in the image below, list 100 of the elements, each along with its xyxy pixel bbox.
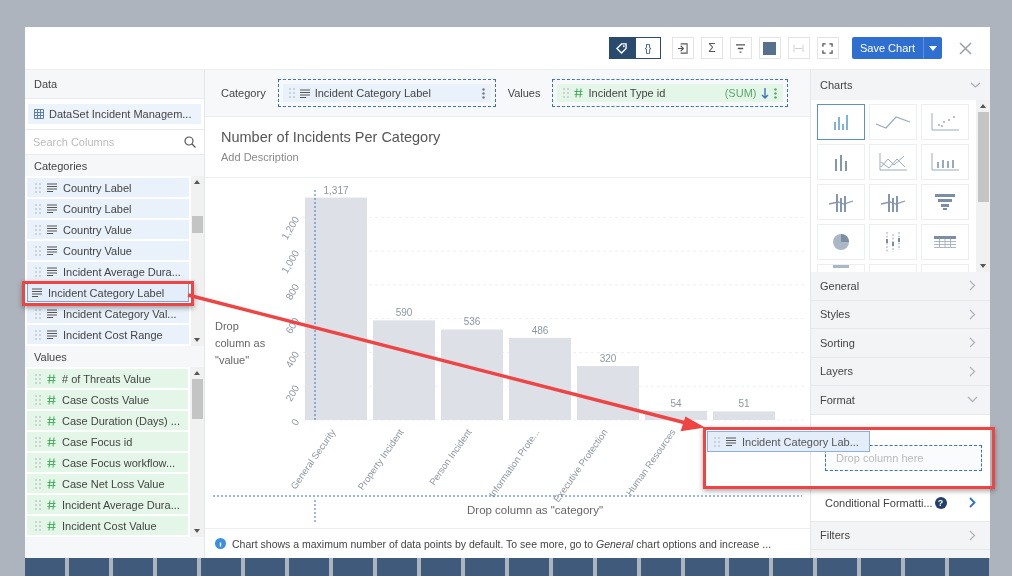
column-item[interactable]: Incident Cost Value [27, 516, 188, 535]
more-icon[interactable] [481, 87, 485, 99]
scrollbar[interactable] [976, 100, 990, 272]
table-icon [934, 236, 956, 248]
combo-chart-icon [880, 192, 906, 212]
chart-type-tile[interactable] [817, 104, 865, 140]
drag-handle-icon [35, 373, 41, 384]
section-label[interactable]: Conditional Formatti... [825, 496, 933, 509]
text-lines-icon [726, 437, 736, 446]
text-lines-icon [47, 309, 57, 318]
settings-section[interactable]: General [811, 272, 990, 301]
field-label: Category [221, 87, 266, 99]
help-badge[interactable]: ? [934, 496, 947, 509]
drag-handle-icon [35, 329, 41, 340]
bar [713, 411, 775, 420]
hash-icon [47, 457, 56, 468]
column-item[interactable]: Incident Average Dura... [27, 262, 189, 281]
chart-preview-icon [833, 265, 849, 269]
column-item[interactable]: Case Focus workflow... [27, 453, 188, 472]
text-lines-icon [47, 204, 57, 213]
settings-section[interactable]: Format [811, 386, 990, 415]
settings-section[interactable]: Sorting [811, 329, 990, 358]
column-item[interactable]: Country Value [27, 220, 189, 239]
bar-value-label: 1,317 [323, 184, 349, 196]
combo-chart-icon [828, 192, 854, 212]
text-lines-icon [47, 225, 57, 234]
scatter-chart-icon [931, 113, 959, 131]
drag-handle-icon [288, 88, 295, 98]
dragged-column-chip: Incident Category Lab... [707, 431, 870, 452]
export-button[interactable] [671, 37, 694, 59]
chevron-icon[interactable] [969, 497, 976, 508]
settings-section[interactable]: Layers [811, 357, 990, 386]
column-item[interactable]: Country Value [27, 241, 189, 260]
column-item[interactable]: Incident Average Dura... [27, 495, 188, 514]
hash-icon [47, 373, 56, 384]
chevron-down-icon[interactable] [970, 82, 981, 88]
drag-handle-icon [35, 499, 41, 510]
column-item[interactable]: Country Label [27, 199, 189, 218]
settings-section[interactable]: Styles [811, 300, 990, 329]
column-item[interactable]: Case Focus id [27, 432, 188, 451]
area-chart-icon [879, 153, 907, 171]
filter-icon [735, 43, 747, 53]
drag-handle-icon [35, 478, 41, 489]
line-chart-icon [874, 115, 912, 129]
table-icon [34, 109, 44, 119]
width-icon [793, 43, 805, 53]
json-button[interactable]: {} [634, 37, 661, 59]
section-heading: Values [33, 350, 68, 365]
tag-icon [616, 42, 628, 54]
scrollbar[interactable] [190, 367, 204, 537]
caret-icon[interactable] [929, 45, 937, 51]
pie-chart-icon [833, 234, 849, 250]
dataset-item[interactable]: DataSet Incident Managem... [28, 104, 201, 124]
save-chart-button[interactable]: Save Chart [851, 37, 942, 59]
section-heading: Categories [33, 159, 89, 174]
values-field[interactable]: Incident Type id (SUM) [557, 84, 784, 102]
tag-button[interactable] [608, 37, 635, 59]
search-input[interactable]: Search Columns [33, 134, 184, 150]
bar-value-label: 320 [599, 352, 617, 364]
bar-value-label: 590 [395, 307, 413, 319]
hash-icon [47, 415, 56, 426]
fullscreen-button[interactable] [816, 37, 839, 59]
field-label: Values [507, 87, 541, 99]
text-lines-icon [47, 246, 57, 255]
settings-section[interactable]: Filters [811, 521, 990, 550]
drag-handle-icon [35, 266, 41, 277]
chevron-icon [969, 365, 976, 377]
bar [645, 410, 707, 420]
drag-handle-icon [35, 415, 41, 426]
fullscreen-icon [822, 42, 834, 54]
chart-description[interactable]: Add Description [221, 151, 794, 163]
column-item[interactable]: # of Threats Value [27, 369, 188, 388]
chart-title[interactable]: Number of Incidents Per Category [221, 129, 794, 145]
search-icon[interactable] [184, 136, 196, 148]
category-field[interactable]: Incident Category Label [282, 84, 491, 102]
sort-arrow-icon[interactable] [761, 87, 770, 99]
close-icon[interactable] [959, 41, 972, 55]
panel-title: Data [33, 77, 59, 92]
bar-value-label: 54 [670, 397, 682, 409]
filter-button[interactable] [729, 37, 752, 59]
search-field[interactable]: Search Columns [25, 130, 204, 155]
drag-handle-icon [35, 224, 41, 235]
column-item[interactable]: Case Costs Value [27, 390, 188, 409]
column-item[interactable]: Case Duration (Days) ... [27, 411, 188, 430]
column-item[interactable]: Case Net Loss Value [27, 474, 188, 493]
drag-handle-icon [35, 457, 41, 468]
chevron-icon [969, 529, 976, 541]
text-lines-icon [47, 267, 57, 276]
sum-button[interactable]: Σ [700, 37, 723, 59]
funnel-chart-icon [935, 194, 955, 210]
hash-icon [47, 436, 56, 447]
hash-icon [47, 394, 56, 405]
color-button[interactable] [758, 37, 781, 59]
column-item[interactable]: Incident Cost Range [27, 325, 189, 344]
axis-tick-label: 200 [283, 383, 302, 404]
chevron-icon [969, 337, 976, 349]
color-swatch-icon [763, 41, 777, 55]
column-item[interactable]: Country Label [27, 178, 189, 197]
more-icon[interactable] [774, 87, 778, 99]
scrollbar[interactable] [190, 176, 204, 346]
